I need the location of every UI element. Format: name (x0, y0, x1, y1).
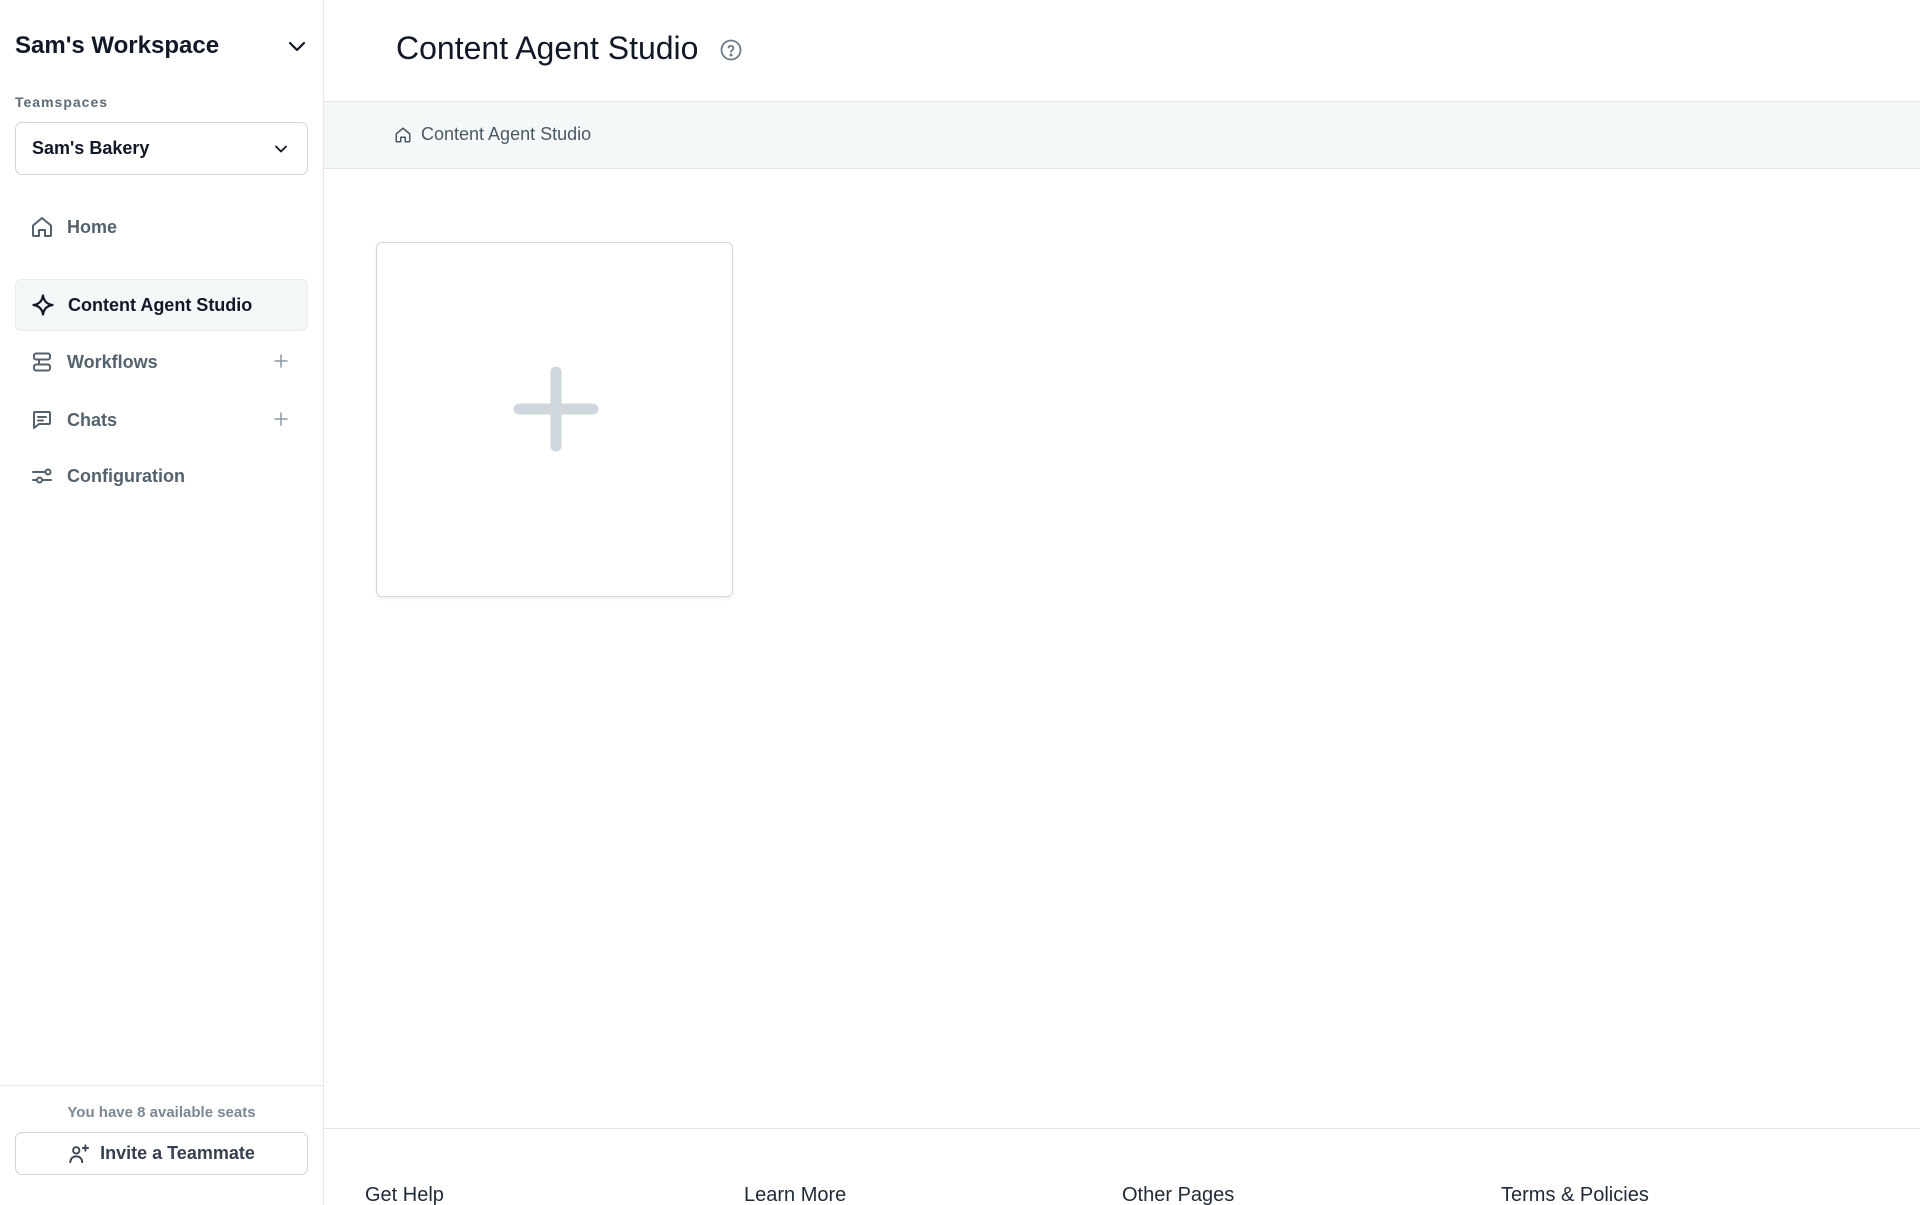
sidebar-item-workflows[interactable]: Workflows (15, 336, 308, 388)
plus-icon (274, 354, 288, 368)
available-seats-text: You have 8 available seats (67, 1104, 256, 1121)
footer-terms-policies[interactable]: Terms & Policies (1501, 1184, 1649, 1205)
workflow-icon (29, 349, 55, 375)
add-chat-button[interactable] (270, 408, 292, 430)
add-user-icon (69, 1143, 90, 1163)
sidebar-item-content-agent-studio[interactable]: Content Agent Studio (15, 279, 308, 331)
sidebar-item-label: Configuration (67, 465, 185, 486)
sidebar-item-configuration[interactable]: Configuration (15, 450, 308, 502)
footer-other-pages[interactable]: Other Pages (1122, 1184, 1234, 1205)
teamspace-selected: Sam's Bakery (32, 138, 150, 158)
breadcrumb-bar: Content Agent Studio (324, 102, 1920, 169)
sidebar-item-label: Chats (67, 409, 118, 430)
workspace-switcher[interactable]: Sam's Workspace (15, 28, 309, 64)
workspace-title: Sam's Workspace (15, 32, 220, 59)
sidebar: Sam's Workspace Teamspaces Sam's Bakery … (0, 0, 324, 1205)
chevron-down-icon (288, 41, 306, 52)
footer-learn-more[interactable]: Learn More (744, 1184, 846, 1205)
sidebar-item-home[interactable]: Home (15, 201, 308, 253)
help-circle-icon[interactable] (719, 38, 743, 62)
main-content: Content Agent Studio Content Agent Studi… (324, 0, 1920, 1205)
chat-icon (29, 407, 55, 433)
home-icon (395, 127, 411, 142)
invite-teammate-label: Invite a Teammate (100, 1143, 255, 1163)
page-title: Content Agent Studio (396, 30, 699, 66)
breadcrumb[interactable]: Content Agent Studio (394, 124, 591, 145)
teamspaces-label: Teamspaces (15, 94, 109, 110)
home-icon (29, 214, 55, 240)
sidebar-footer: You have 8 available seats Invite a Team… (0, 1085, 323, 1205)
add-workflow-button[interactable] (270, 350, 292, 372)
sidebar-item-label: Workflows (67, 351, 158, 372)
teamspace-select[interactable]: Sam's Bakery (15, 122, 308, 175)
sidebar-item-chats[interactable]: Chats (15, 394, 308, 446)
sidebar-item-label: Content Agent Studio (68, 294, 253, 315)
chevron-down-icon (275, 145, 287, 152)
plus-icon (513, 366, 599, 452)
page-footer: Get Help Learn More Other Pages Terms & … (324, 1128, 1920, 1205)
breadcrumb-label: Content Agent Studio (421, 124, 592, 144)
invite-teammate-button[interactable]: Invite a Teammate (15, 1132, 308, 1175)
sliders-icon (29, 463, 55, 489)
create-agent-card[interactable] (376, 242, 733, 597)
page-header: Content Agent Studio (324, 0, 1920, 102)
plus-icon (274, 412, 288, 426)
sparkle-icon (30, 292, 56, 318)
footer-get-help[interactable]: Get Help (365, 1184, 444, 1205)
sidebar-item-label: Home (67, 216, 118, 237)
